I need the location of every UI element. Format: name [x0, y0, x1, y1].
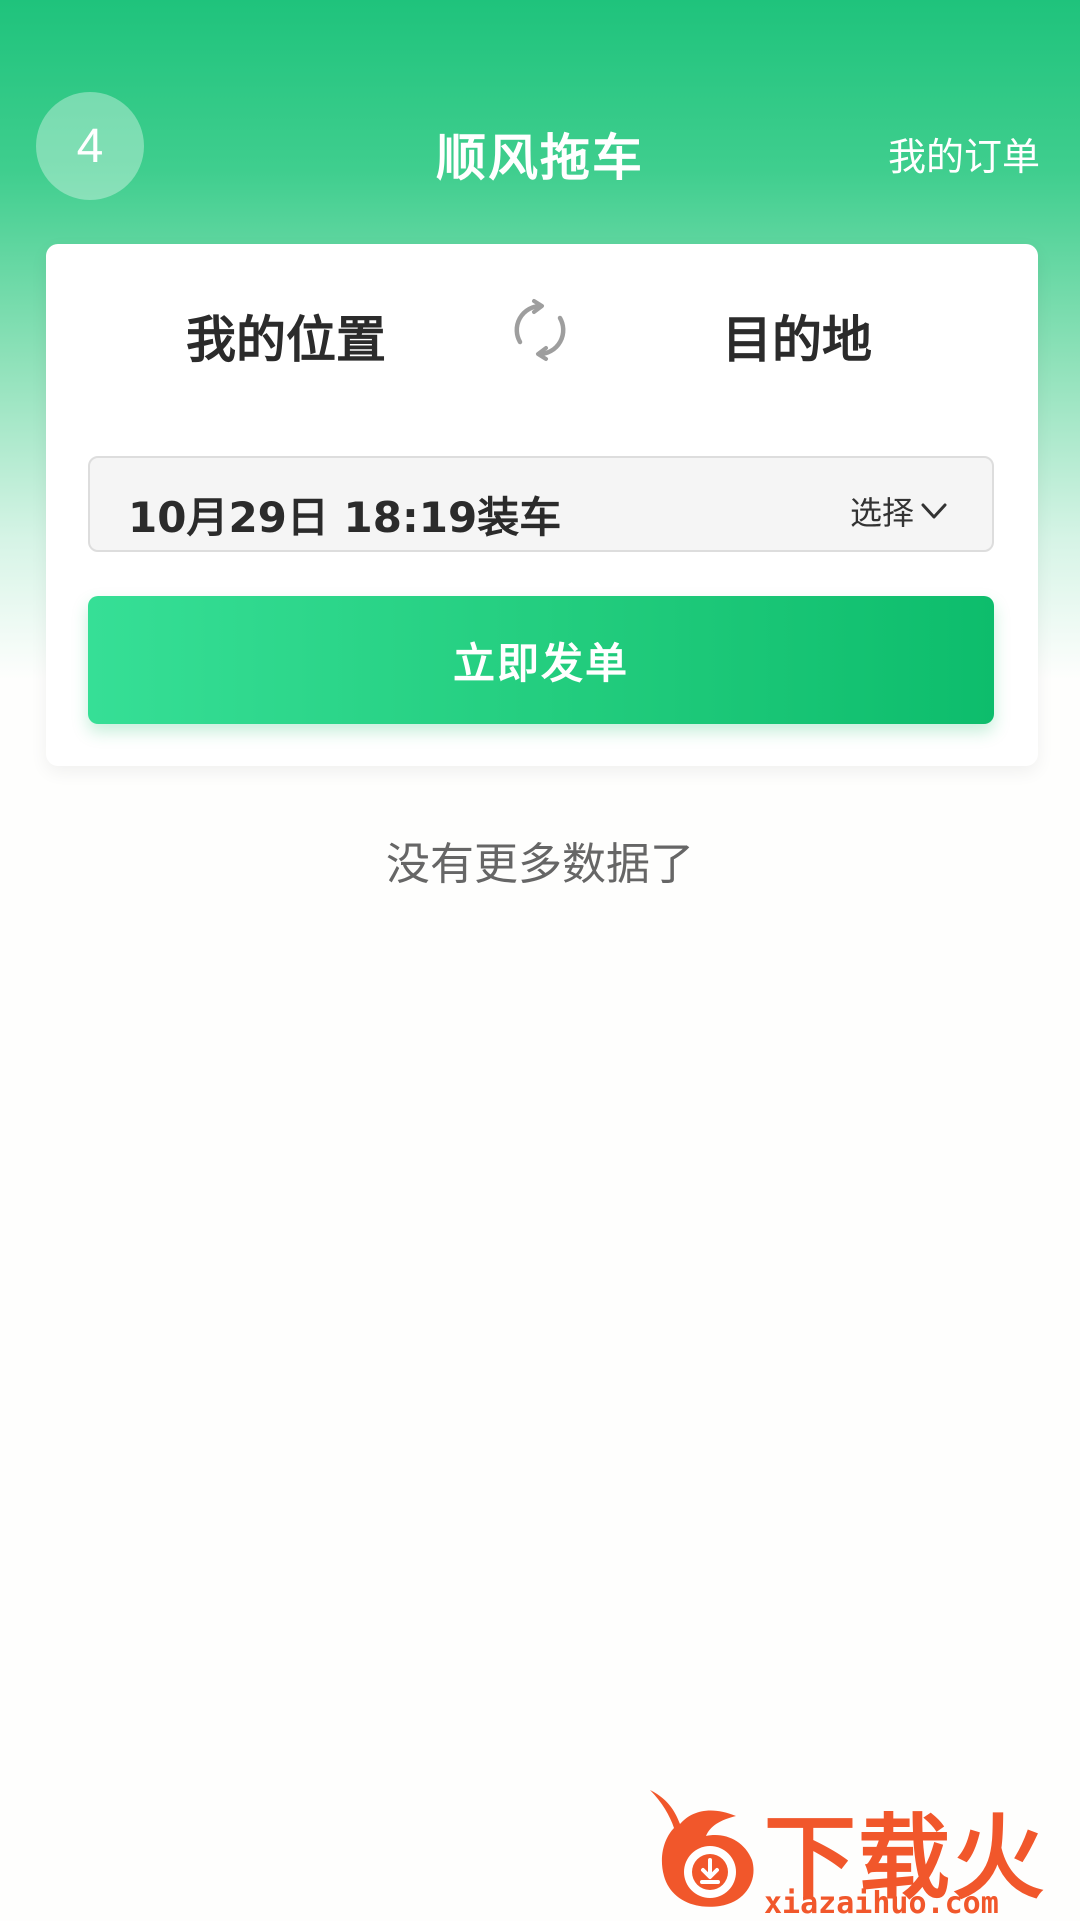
flame-download-logo-icon	[650, 1790, 754, 1907]
chevron-down-icon	[921, 503, 947, 519]
my-orders-link[interactable]: 我的订单	[888, 126, 1040, 181]
destination-location[interactable]: 目的地	[722, 300, 872, 372]
watermark-url: xiazaihuo.com	[764, 1886, 999, 1921]
empty-list-message: 没有更多数据了	[386, 839, 694, 890]
time-select-label: 选择	[849, 494, 914, 532]
swap-refresh-icon[interactable]	[508, 298, 572, 362]
loading-time-value: 10月29日 18:19装车	[128, 493, 562, 542]
app-header: 4 顺风拖车 我的订单	[0, 0, 1080, 240]
origin-location[interactable]: 我的位置	[186, 300, 386, 372]
watermark: 下载火 xiazaihuo.com	[640, 1780, 1080, 1921]
loading-time-field[interactable]: 10月29日 18:19装车 选择	[88, 456, 994, 552]
time-select-button[interactable]: 选择	[850, 488, 950, 534]
submit-order-button[interactable]: 立即发单	[88, 596, 994, 724]
